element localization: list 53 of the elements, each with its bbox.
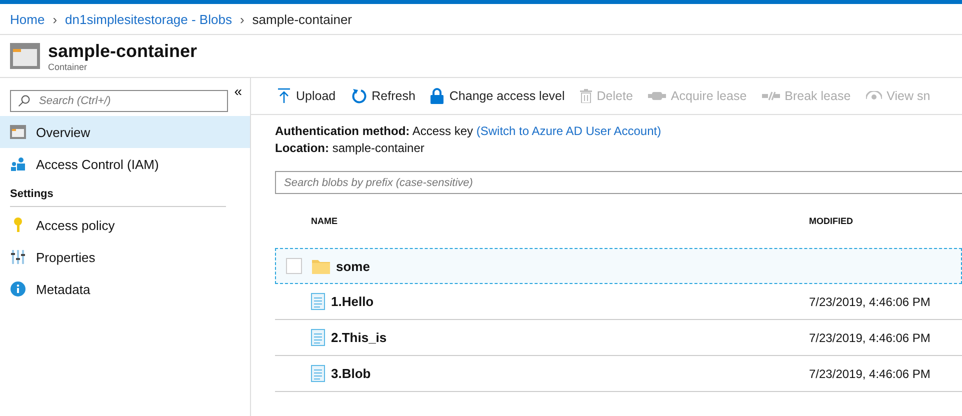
column-header: MODIFIED — [809, 216, 853, 226]
nav-item[interactable]: Overview — [0, 116, 250, 148]
table-row[interactable]: 1.Hello 7/23/2019, 4:46:06 PM — [275, 284, 962, 320]
breadcrumb-separator: › — [52, 12, 58, 26]
column-header: NAME — [311, 216, 338, 226]
document-icon — [311, 365, 325, 382]
nav-item[interactable]: Access Control (IAM) — [0, 148, 250, 180]
checkbox[interactable] — [286, 258, 302, 274]
collapse-button[interactable]: « — [234, 86, 242, 96]
switch-account-link[interactable]: (Switch to Azure AD User Account) — [476, 124, 662, 138]
breadcrumb-link[interactable]: Home — [10, 12, 45, 26]
eye-icon — [866, 91, 882, 101]
blob-name: some — [336, 258, 371, 274]
document-icon — [311, 329, 325, 346]
blob-name: 2.This_is — [331, 330, 388, 345]
info-icon — [10, 281, 26, 297]
breadcrumb-separator: › — [240, 12, 244, 26]
handshake-icon — [648, 91, 666, 101]
blob-name: 1.Hello — [331, 294, 375, 309]
window-icon — [10, 125, 26, 139]
nav-item[interactable]: Metadata — [0, 273, 250, 305]
modified-date: 7/23/2019, 4:46:06 PM — [809, 330, 930, 344]
sliders-icon — [10, 249, 26, 265]
search-icon — [18, 95, 30, 107]
lock-icon — [430, 88, 444, 104]
users-icon — [10, 157, 26, 171]
table-row[interactable]: 2.This_is 7/23/2019, 4:46:06 PM — [275, 320, 962, 356]
nav-item[interactable]: Access policy — [0, 209, 250, 241]
page-subtitle: Container — [48, 62, 88, 72]
breadcrumb-current: sample-container — [252, 12, 352, 26]
breadcrumb-link[interactable]: dn1simplesitestorage - Blobs — [65, 12, 232, 26]
refresh-icon — [350, 88, 367, 104]
blob-name: 3.Blob — [331, 366, 372, 381]
location-text: Location: sample-container — [275, 140, 426, 157]
section-heading: Settings — [10, 188, 226, 207]
modified-date: 7/23/2019, 4:46:06 PM — [809, 294, 930, 308]
blob-search-field[interactable]: Search blobs by prefix (case-sensitive) — [275, 171, 962, 194]
table-row[interactable]: 3.Blob 7/23/2019, 4:46:06 PM — [275, 356, 962, 392]
search-field[interactable]: Search (Ctrl+/) — [10, 90, 228, 112]
modified-date: 7/23/2019, 4:46:06 PM — [809, 366, 930, 380]
auth-method-text: Authentication method: Access key (Switch to Azure AD User Account) — [275, 123, 662, 140]
document-icon — [311, 293, 325, 310]
upload-icon — [277, 88, 291, 104]
table-row[interactable]: some — [275, 248, 962, 284]
toolbar-button[interactable]: Upload — [277, 88, 336, 104]
page-title: sample-container — [48, 40, 198, 62]
folder-icon — [312, 258, 330, 274]
trash-icon — [580, 89, 592, 103]
toolbar-button[interactable]: Change access level — [430, 88, 565, 104]
toolbar-button[interactable]: Refresh — [350, 88, 416, 104]
nav-item[interactable]: Properties — [0, 241, 250, 273]
container-icon — [10, 43, 40, 69]
broken-link-icon — [762, 91, 780, 101]
